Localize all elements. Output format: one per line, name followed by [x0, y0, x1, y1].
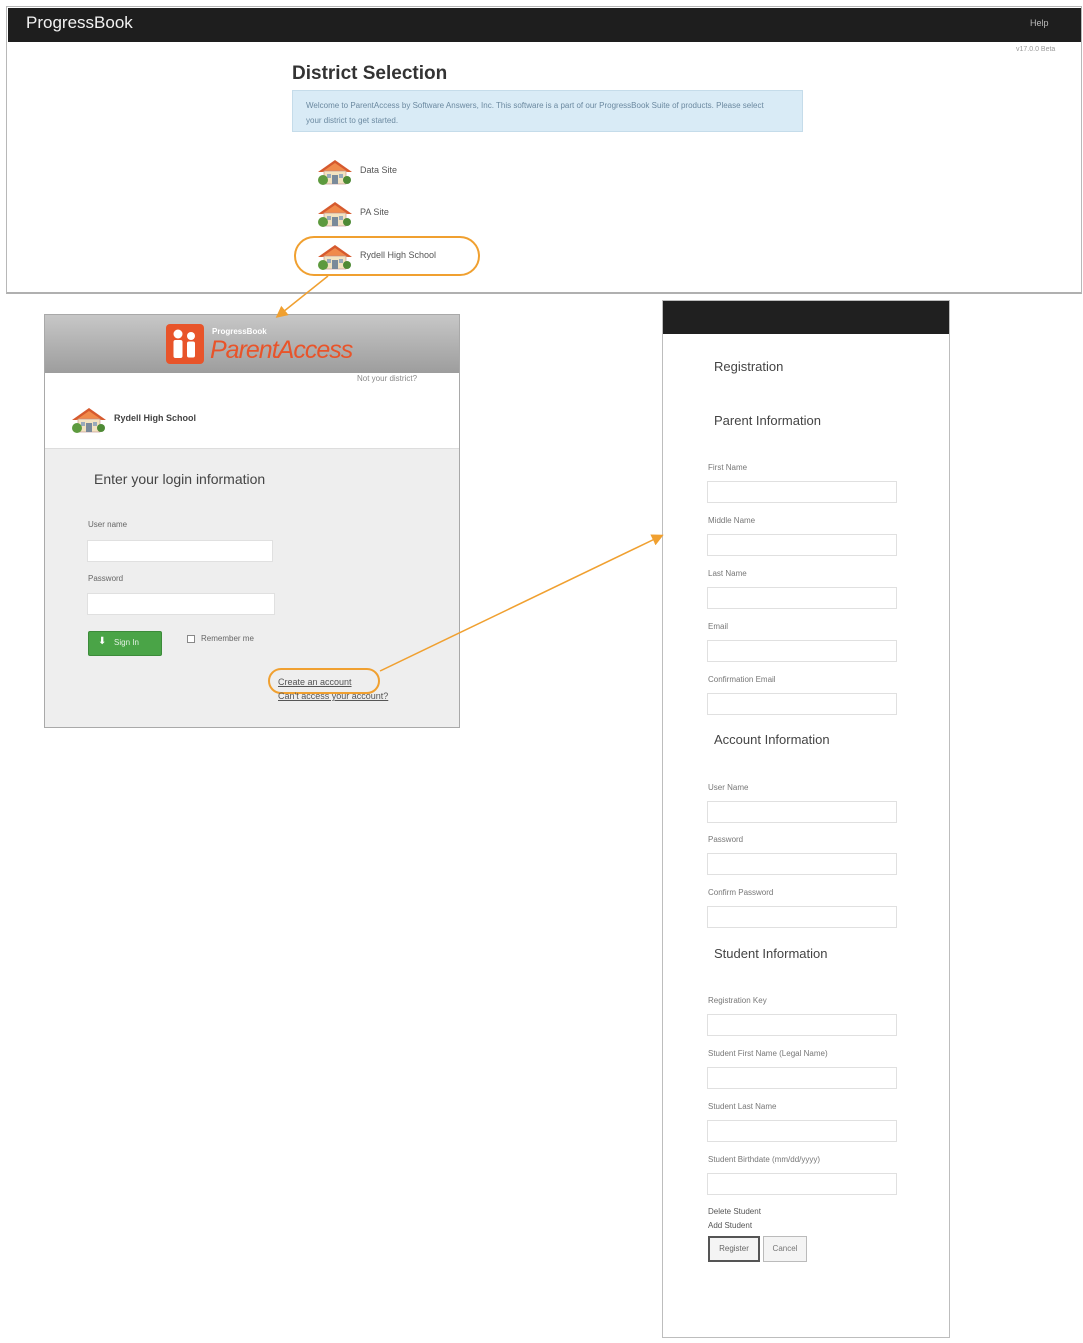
reg-username-input[interactable] — [707, 801, 897, 823]
top-navigation-bar — [8, 8, 1081, 42]
student-last-name-input[interactable] — [707, 1120, 897, 1142]
district-selection-window — [6, 6, 1082, 294]
brand-logo: ProgressBook — [26, 13, 133, 32]
district-name: PA Site — [360, 207, 389, 217]
registration-top-bar — [663, 301, 949, 334]
school-house-icon — [316, 200, 354, 233]
add-student-link[interactable]: Add Student — [708, 1221, 752, 1230]
student-first-name-label: Student First Name (Legal Name) — [708, 1049, 828, 1058]
district-item-data-site[interactable]: Data Site — [316, 158, 436, 185]
login-school-name: Rydell High School — [114, 413, 197, 423]
first-name-input[interactable] — [707, 481, 897, 503]
email-label: Email — [708, 622, 729, 631]
reg-password-input[interactable] — [707, 853, 897, 875]
welcome-message-text: Welcome to ParentAccess by Software Answ… — [306, 101, 764, 125]
registration-key-label: Registration Key — [708, 996, 767, 1005]
confirmation-email-input[interactable] — [707, 693, 897, 715]
password-input[interactable] — [87, 593, 275, 615]
confirm-password-label: Confirm Password — [708, 888, 774, 897]
student-birthdate-input[interactable] — [707, 1173, 897, 1195]
student-first-name-input[interactable] — [707, 1067, 897, 1089]
family-logo-icon — [166, 324, 204, 364]
registration-key-input[interactable] — [707, 1014, 897, 1036]
cant-access-account-link[interactable]: Can't access your account? — [278, 691, 388, 701]
register-button[interactable]: Register — [708, 1236, 760, 1262]
last-name-input[interactable] — [707, 587, 897, 609]
school-house-icon — [70, 404, 108, 441]
progressbook-small-logo: ProgressBook — [212, 327, 267, 336]
first-name-label: First Name — [708, 463, 748, 472]
create-account-link[interactable]: Create an account — [278, 677, 352, 687]
student-information-heading: Student Information — [714, 946, 828, 961]
delete-student-link[interactable]: Delete Student — [708, 1207, 761, 1216]
cancel-button[interactable]: Cancel — [763, 1236, 807, 1262]
login-heading: Enter your login information — [94, 471, 266, 487]
download-arrow-icon: ⬇ — [98, 636, 107, 647]
district-item-pa-site[interactable]: PA Site — [316, 200, 436, 227]
sign-in-label: Sign In — [114, 638, 139, 647]
confirmation-email-label: Confirmation Email — [708, 675, 776, 684]
parent-information-heading: Parent Information — [714, 413, 821, 428]
not-your-district-link[interactable]: Not your district? — [357, 374, 417, 383]
last-name-label: Last Name — [708, 569, 747, 578]
help-link[interactable]: Help — [1030, 18, 1049, 28]
registration-title: Registration — [714, 359, 784, 374]
password-label: Password — [88, 574, 124, 583]
student-birthdate-label: Student Birthdate (mm/dd/yyyy) — [708, 1155, 821, 1164]
account-information-heading: Account Information — [714, 732, 830, 747]
reg-username-label: User Name — [708, 783, 749, 792]
selection-highlight-oval — [294, 236, 480, 276]
middle-name-label: Middle Name — [708, 516, 756, 525]
reg-password-label: Password — [708, 835, 744, 844]
student-last-name-label: Student Last Name — [708, 1102, 777, 1111]
username-label: User name — [88, 520, 128, 529]
district-name: Data Site — [360, 165, 398, 175]
username-input[interactable] — [87, 540, 273, 562]
middle-name-input[interactable] — [707, 534, 897, 556]
email-input[interactable] — [707, 640, 897, 662]
school-house-icon — [316, 158, 354, 191]
confirm-password-input[interactable] — [707, 906, 897, 928]
remember-me-checkbox[interactable] — [187, 635, 195, 643]
parentaccess-logo-text: ParentAccess — [210, 336, 353, 364]
remember-me-label: Remember me — [201, 634, 254, 643]
version-label: v17.0.0 Beta — [1016, 46, 1056, 53]
page-title: District Selection — [292, 63, 448, 84]
